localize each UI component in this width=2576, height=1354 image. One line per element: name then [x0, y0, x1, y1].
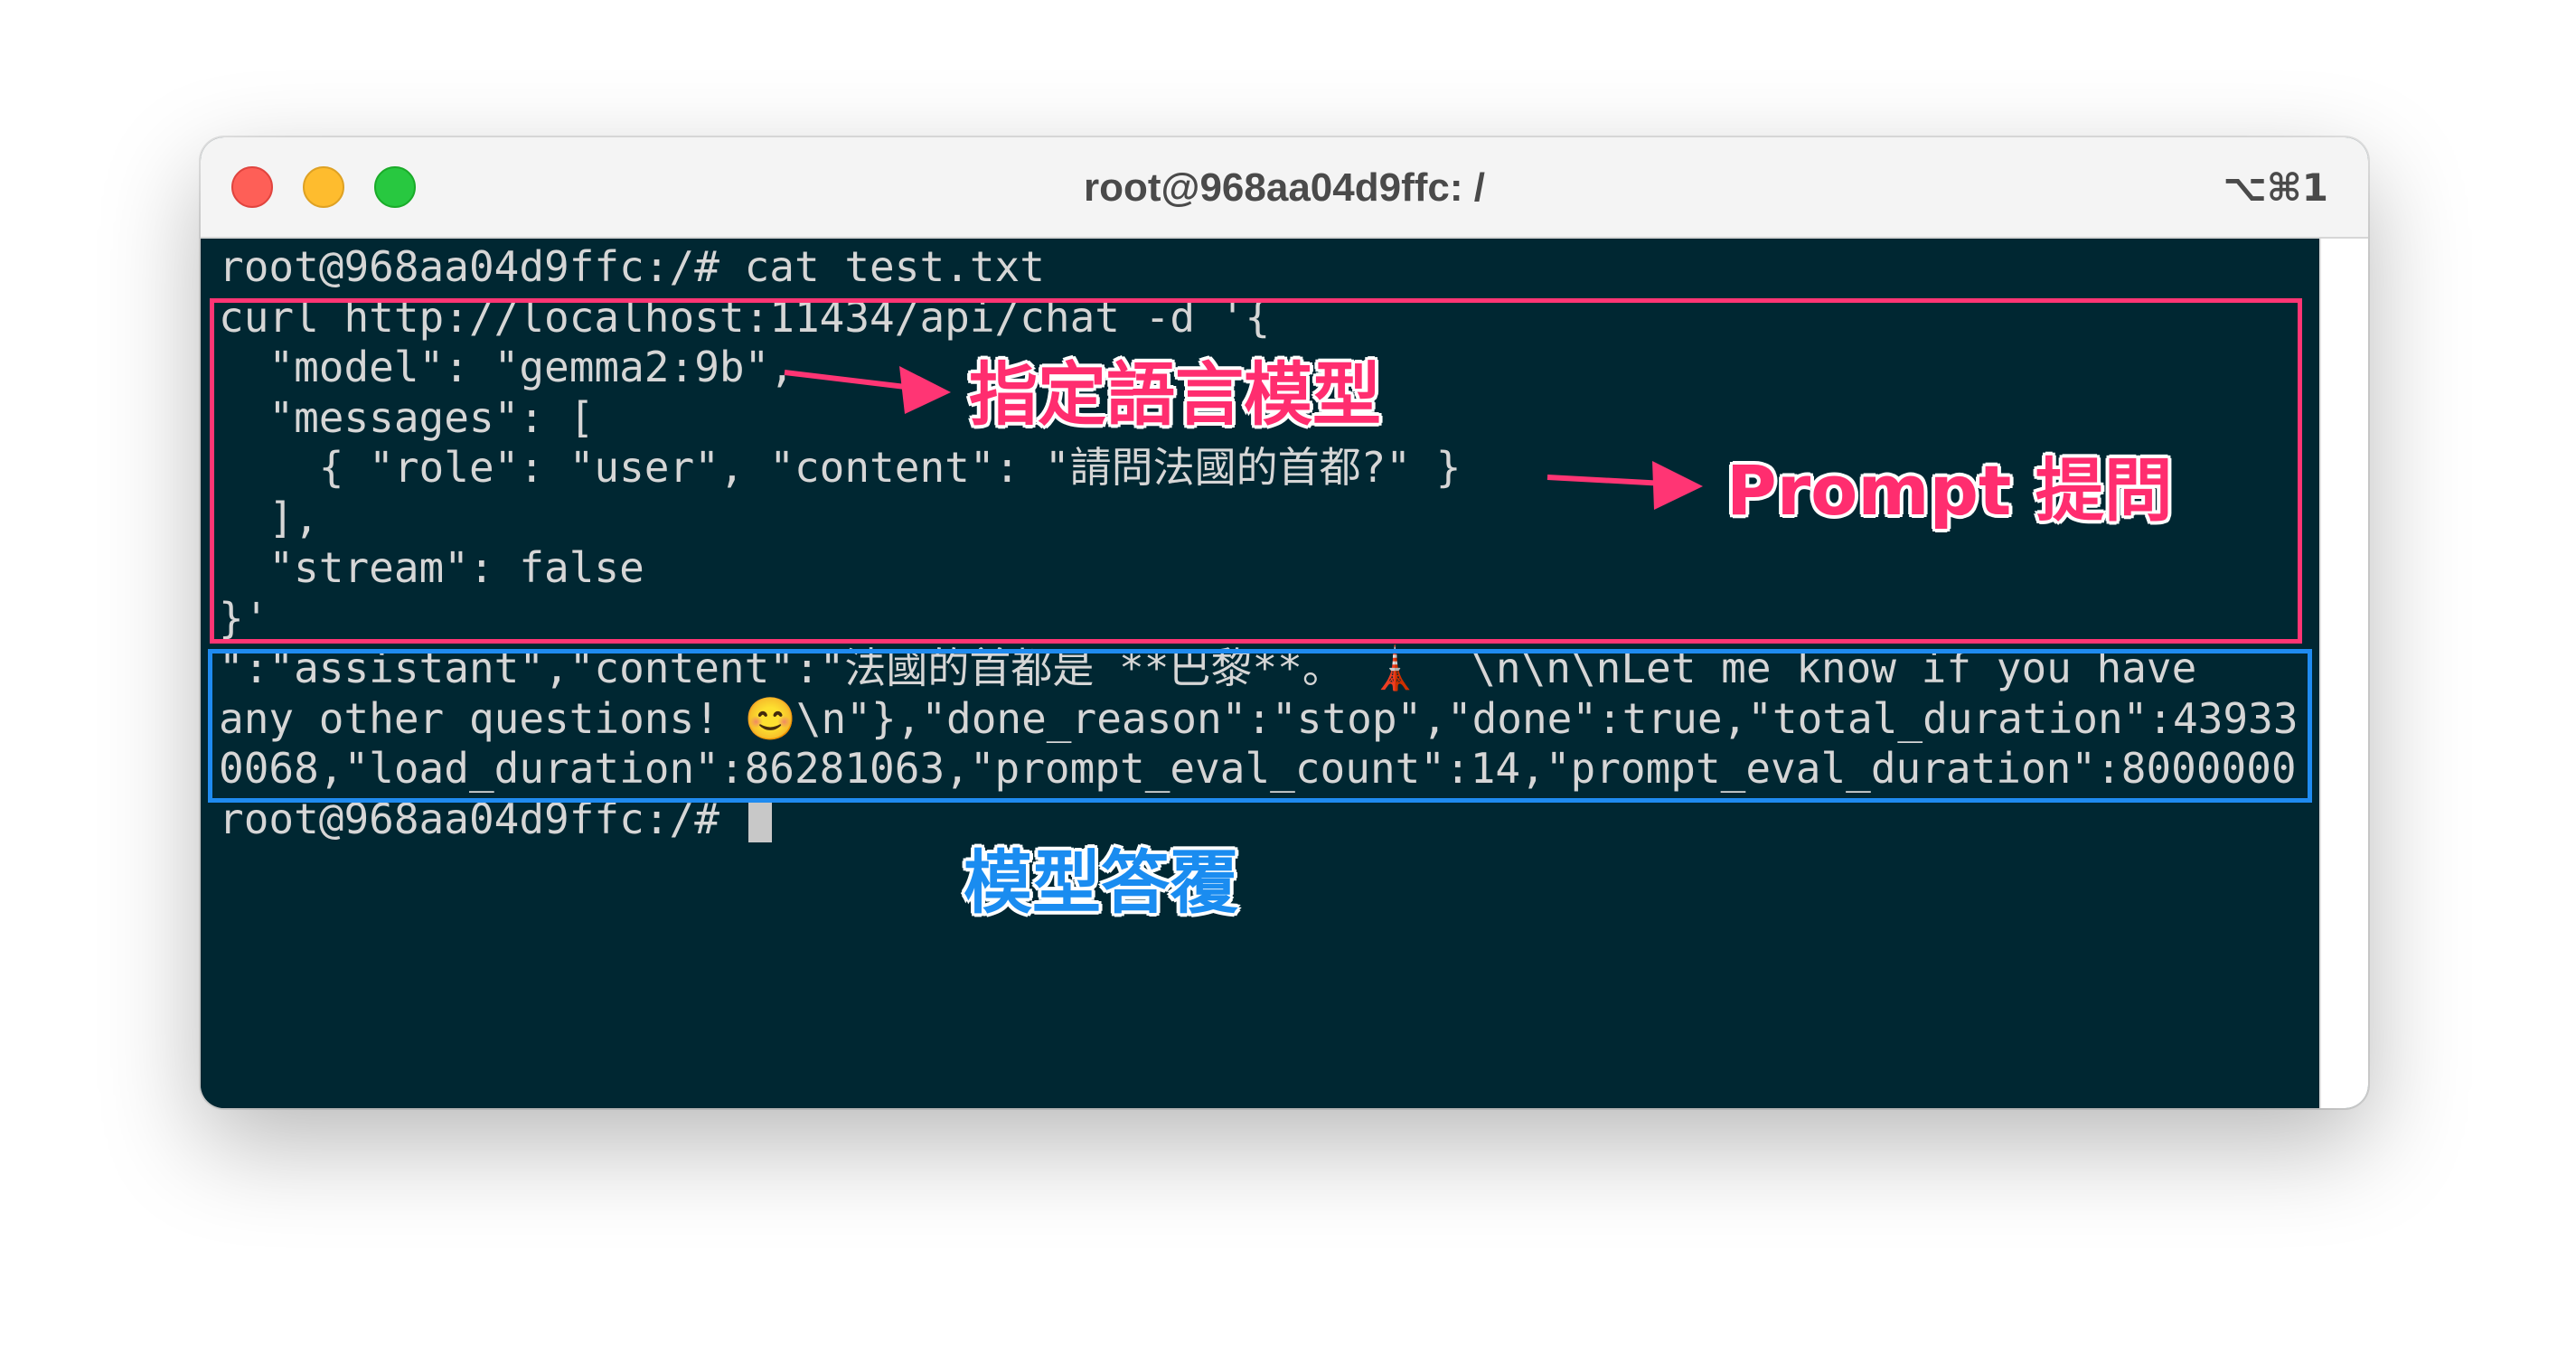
text-cursor	[747, 801, 772, 842]
terminal-scrollbar[interactable]	[2319, 239, 2368, 1108]
window-shortcut: ⌥⌘1	[2223, 165, 2328, 210]
response-highlight-box	[208, 649, 2312, 803]
screenshot-canvas: root@968aa04d9ffc: / ⌥⌘1 root@968aa04d9f…	[0, 0, 2576, 1354]
window-title: root@968aa04d9ffc: /	[1084, 165, 1485, 210]
window-titlebar[interactable]: root@968aa04d9ffc: / ⌥⌘1	[201, 137, 2368, 239]
answer-annotation-label: 模型答覆	[964, 842, 1238, 923]
prompt-annotation-label: Prompt 提問	[1726, 450, 2173, 531]
model-annotation-label: 指定語言模型	[969, 354, 1381, 435]
terminal-line: root@968aa04d9ffc:/# cat test.txt	[219, 242, 1045, 291]
